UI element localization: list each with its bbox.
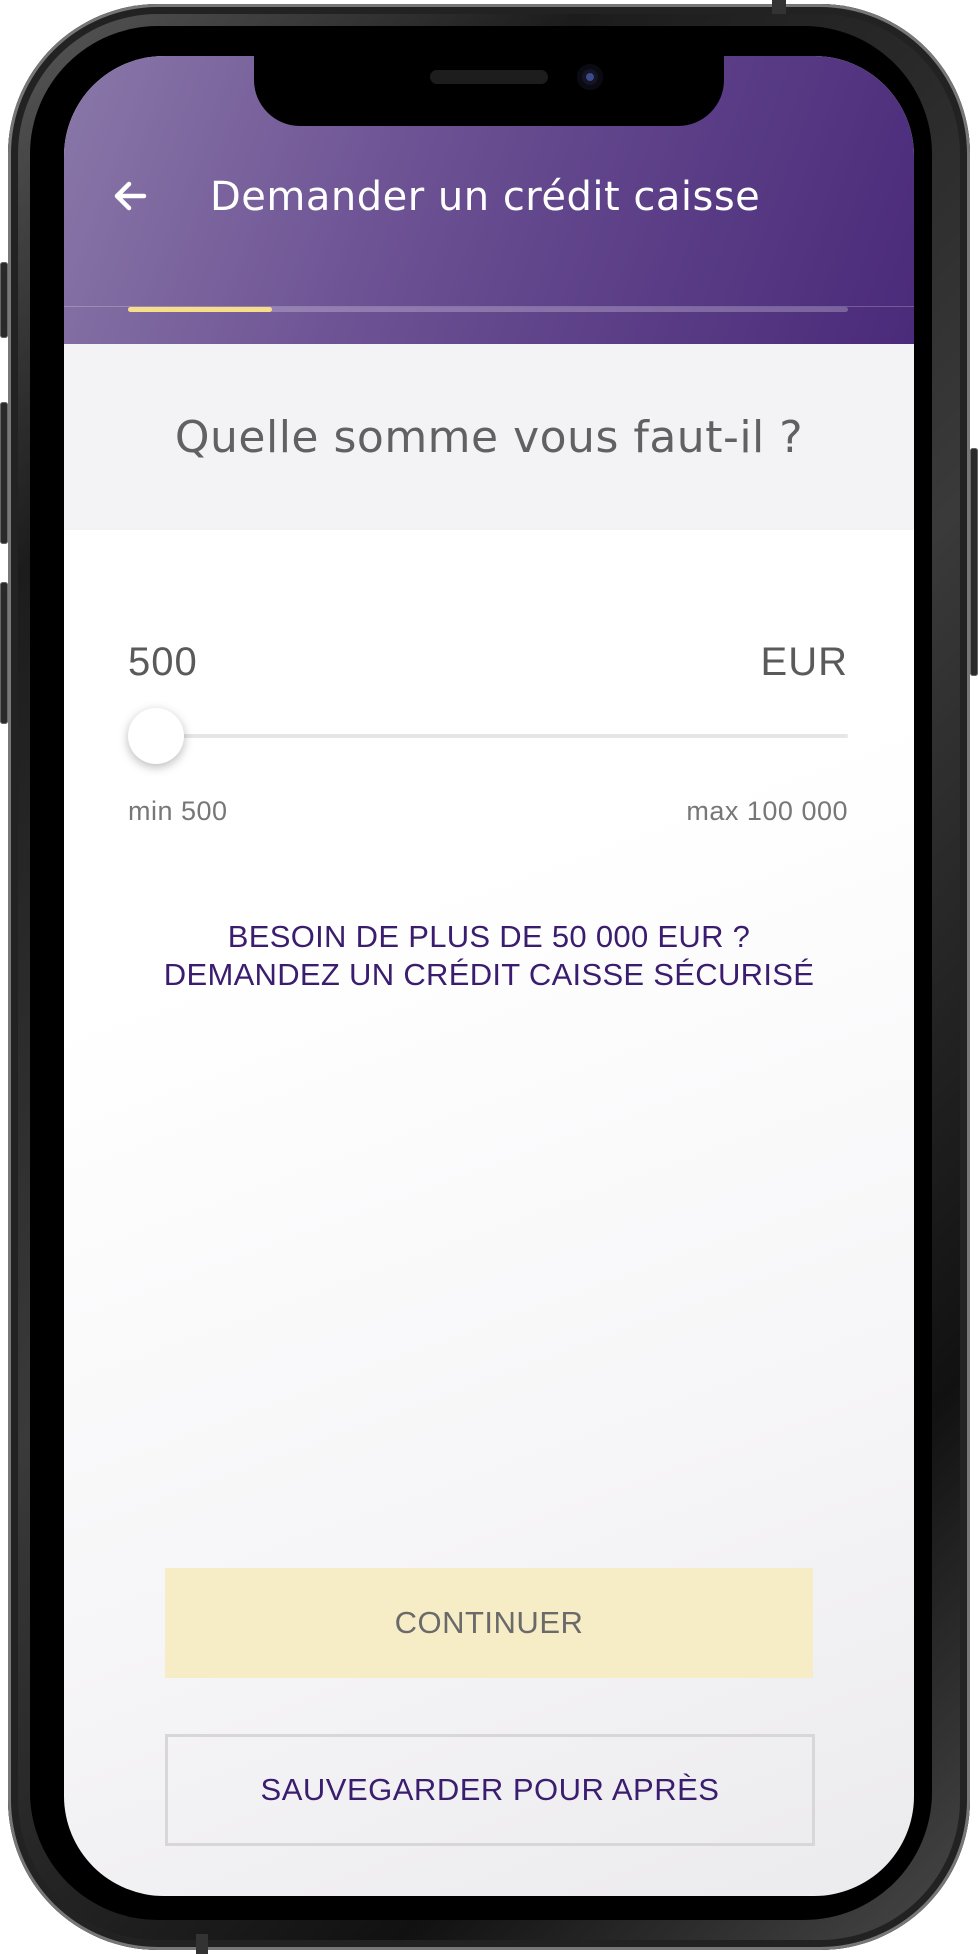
slider-min-label: min 500 [128, 796, 228, 826]
step-progress-fill [128, 307, 272, 312]
notch-speaker [430, 70, 548, 84]
slider-track [128, 734, 848, 738]
app-screen: Demander un crédit caisse Quelle somme v… [64, 56, 914, 1896]
phone-antenna-top [772, 0, 786, 14]
step-progress-bar [128, 307, 848, 312]
question-section: Quelle somme vous faut-il ? [64, 344, 914, 530]
slider-max-label: max 100 000 [686, 796, 848, 826]
save-for-later-button[interactable]: SAUVEGARDER POUR APRÈS [165, 1734, 815, 1846]
amount-slider[interactable] [128, 708, 848, 764]
back-button[interactable] [102, 168, 158, 224]
volume-down-button [0, 582, 8, 724]
app-header: Demander un crédit caisse [64, 56, 914, 344]
secured-link-line2: DEMANDEZ UN CRÉDIT CAISSE SÉCURISÉ [163, 957, 815, 992]
question-heading: Quelle somme vous faut-il ? [174, 411, 804, 463]
power-button [970, 448, 978, 676]
secured-link-line1: BESOIN DE PLUS DE 50 000 EUR ? [227, 919, 751, 954]
phone-antenna-bottom [196, 1934, 208, 1954]
front-camera-icon [577, 64, 603, 90]
volume-up-button [0, 402, 8, 544]
amount-value: 500 [128, 640, 198, 684]
phone-notch [254, 56, 724, 126]
arrow-left-icon [114, 181, 147, 211]
amount-currency: EUR [760, 640, 848, 684]
page-title: Demander un crédit caisse [210, 174, 761, 220]
secured-credit-link[interactable]: BESOIN DE PLUS DE 50 000 EUR ? DEMANDEZ … [64, 918, 914, 994]
slider-thumb[interactable] [128, 708, 184, 764]
mute-switch [0, 262, 8, 338]
continue-button[interactable]: CONTINUER [165, 1568, 813, 1678]
